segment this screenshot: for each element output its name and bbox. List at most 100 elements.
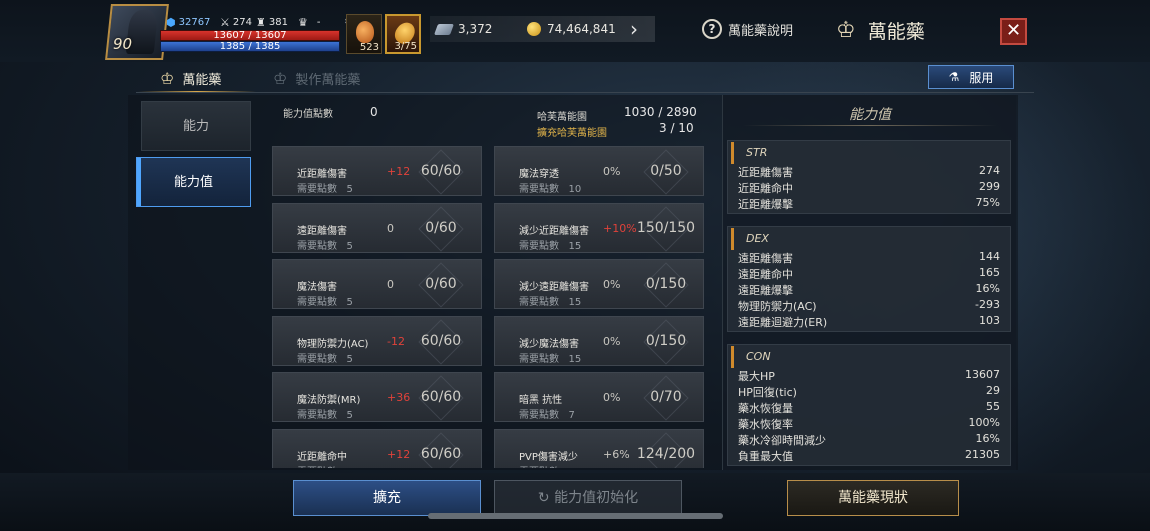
hp-bar: 13607 / 13607 <box>160 30 340 41</box>
stat-group-header: STR <box>731 142 1010 164</box>
need-points: 需要點數 5 <box>297 240 353 252</box>
stat-value: 16% <box>975 282 1000 295</box>
stat-card[interactable]: 遠距離傷害 需要點數 5 0 0/60 <box>272 202 482 253</box>
page-title: ♔ 萬能藥 <box>836 18 925 43</box>
need-points: 需要點數 15 <box>519 240 582 252</box>
need-points: 需要點數 15 <box>519 297 582 308</box>
chevron-right-icon[interactable]: › <box>630 17 638 41</box>
elixir-tab-icon: ♔ <box>160 68 175 88</box>
stat-name: 減少魔法傷害 <box>519 338 579 350</box>
tab-elixir[interactable]: ♔ 萬能藥 <box>160 64 221 92</box>
stat-card[interactable]: 減少近距離傷害 需要點數 15 +10% 150/150 <box>494 202 704 253</box>
stat-bonus: -12 <box>387 334 405 348</box>
stat-name: 物理防禦力(AC) <box>297 338 369 350</box>
need-points: 需要點數 10 <box>519 184 582 195</box>
stat-name: 魔法傷害 <box>297 282 337 293</box>
expand-garden-label: 擴充哈芙萬能園 <box>537 128 607 139</box>
stat-b: ♜ 381 <box>256 16 288 29</box>
help-button[interactable]: ? 萬能藥說明 <box>702 19 793 39</box>
stat-card[interactable]: 暗黑 抗性 需要點數 7 0% 0/70 <box>494 372 704 422</box>
stat-progress: 0/60 <box>425 276 457 292</box>
stat-label: 藥水恢復量 <box>738 402 793 415</box>
stat-row: 最大HP 13607 <box>728 368 1010 384</box>
stat-card[interactable]: 近距離傷害 需要點數 5 +12 60/60 <box>272 146 482 196</box>
stat-row: 遠距離爆擊 16% <box>728 282 1010 298</box>
stat-card[interactable]: 魔法防禦(MR) 需要點數 5 +36 60/60 <box>272 372 482 422</box>
stat-progress: 60/60 <box>420 445 462 462</box>
sidebar-item-ability[interactable]: 能力 <box>141 101 251 151</box>
stat-group-str: STR 近距離傷害 274 近距離命中 299 近距離爆擊 75% <box>727 140 1011 214</box>
character-level: 90 <box>113 35 133 53</box>
potion-icon <box>356 21 374 43</box>
stat-c: ♛ - <box>298 16 321 29</box>
stat-value: 274 <box>979 164 1000 177</box>
stat-bonus: +6% <box>603 447 630 461</box>
stat-name: 魔法穿透 <box>519 169 559 180</box>
stat-bonus: 0% <box>603 334 621 348</box>
need-points: 需要點數 15 <box>519 353 582 365</box>
stat-name: 減少遠距離傷害 <box>519 282 589 293</box>
stat-bonus: 0% <box>603 278 621 291</box>
stat-bonus: 0% <box>603 391 621 404</box>
stat-progress: 60/60 <box>420 332 462 349</box>
stat-progress: 0/50 <box>650 163 682 179</box>
stat-name: 暗黑 抗性 <box>519 395 563 406</box>
stat-card[interactable]: 減少魔法傷害 需要點數 15 0% 0/150 <box>494 315 704 366</box>
elixir-status-button[interactable]: 萬能藥現狀 <box>787 480 959 516</box>
stat-value: 100% <box>968 416 1000 429</box>
stat-label: 近距離傷害 <box>738 166 793 179</box>
stat-label: 藥水恢復率 <box>738 418 793 431</box>
stat-card[interactable]: 物理防禦力(AC) 需要點數 5 -12 60/60 <box>272 315 482 366</box>
reset-button[interactable]: ↻ 能力值初始化 <box>494 480 682 516</box>
power-icon: ⬢ <box>166 16 176 29</box>
stat-card[interactable]: 近距離命中需要點數 5+1260/60 <box>272 428 482 468</box>
stat-value: 103 <box>979 314 1000 327</box>
stat-progress: 0/150 <box>645 276 687 292</box>
armor-icon: ♜ <box>256 16 266 29</box>
combat-power: ⬢ 32767 <box>166 16 211 29</box>
stat-value: 13607 <box>965 368 1000 381</box>
scrollbar[interactable] <box>428 513 723 519</box>
stat-row: 負重最大值 21305 <box>728 448 1010 464</box>
stat-name: 減少近距離傷害 <box>519 225 589 237</box>
stat-progress: 60/60 <box>420 389 462 405</box>
diamond-currency: 3,372 <box>433 17 492 41</box>
stat-row: 物理防禦力(AC) -293 <box>728 298 1010 314</box>
reset-icon: ↻ <box>537 490 550 506</box>
stat-card[interactable]: 魔法穿透 需要點數 10 0% 0/50 <box>494 146 704 196</box>
potion-slot-1[interactable]: 523 <box>346 14 382 54</box>
stat-row: HP回復(tic) 29 <box>728 384 1010 400</box>
stat-label: 近距離爆擊 <box>738 198 793 211</box>
stat-card[interactable]: 減少遠距離傷害 需要點數 15 0% 0/150 <box>494 259 704 309</box>
mp-bar: 1385 / 1385 <box>160 41 340 52</box>
stat-row: 藥水恢復量 55 <box>728 400 1010 416</box>
stat-label: 最大HP <box>738 370 775 383</box>
stat-row: 近距離爆擊 75% <box>728 196 1010 212</box>
stat-card[interactable]: 魔法傷害 需要點數 5 0 0/60 <box>272 259 482 309</box>
tab-craft-elixir[interactable]: ♔ 製作萬能藥 <box>273 64 360 92</box>
need-points: 需要點數 5 <box>297 353 353 365</box>
potion-slot-2[interactable]: 3/75 <box>385 14 421 54</box>
stat-value: 144 <box>979 250 1000 263</box>
stat-a: ⚔ 274 <box>220 16 252 29</box>
stat-value: 299 <box>979 180 1000 193</box>
stat-group-con: CON 最大HP 13607 HP回復(tic) 29 藥水恢復量 55 藥水恢復率 100% 藥… <box>727 344 1011 466</box>
stat-value: 21305 <box>965 448 1000 461</box>
expand-button[interactable]: 擴充 <box>293 480 481 516</box>
stat-label: 物理防禦力(AC) <box>738 300 817 313</box>
close-button[interactable]: ✕ <box>1000 18 1027 45</box>
stat-row: 近距離命中 299 <box>728 180 1010 196</box>
sidebar-item-ability-value[interactable]: 能力值 <box>136 157 251 207</box>
stat-label: 負重最大值 <box>738 450 793 463</box>
stat-group-dex: DEX 遠距離傷害 144 遠距離命中 165 遠距離爆擊 16% 物理防禦力(AC) -293… <box>727 226 1011 332</box>
stat-label: 遠距離傷害 <box>738 252 793 265</box>
need-points: 需要點數 7 <box>519 410 575 421</box>
ability-points-label: 能力值點數 <box>283 109 333 120</box>
stat-progress: 150/150 <box>636 219 696 236</box>
stat-group-header: DEX <box>731 228 1010 250</box>
stat-label: 近距離命中 <box>738 182 793 195</box>
use-button[interactable]: ⚗ 服用 <box>928 65 1014 89</box>
stat-card[interactable]: PVP傷害減少需要點數 20 +6% 124/200 <box>494 428 704 468</box>
stat-value: 55 <box>986 400 1000 413</box>
stat-row: 藥水冷卻時間減少 16% <box>728 432 1010 448</box>
